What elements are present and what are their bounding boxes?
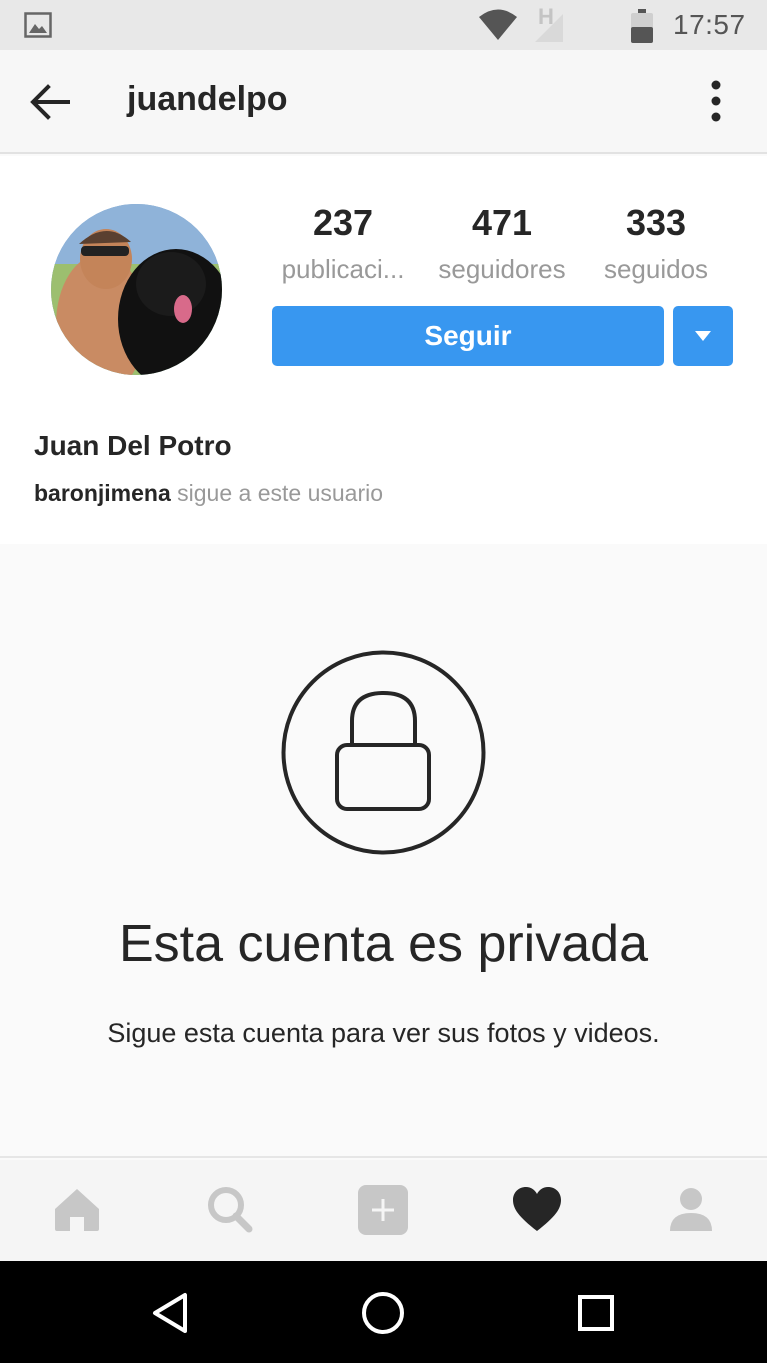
nav-activity[interactable] xyxy=(511,1185,563,1235)
private-account-notice: Esta cuenta es privada Sigue esta cuenta… xyxy=(0,544,767,1158)
follower-username-link[interactable]: baronjimena xyxy=(34,480,171,506)
follow-button[interactable]: Seguir xyxy=(272,306,664,366)
wifi-icon xyxy=(479,9,517,40)
network-type-label: H xyxy=(538,4,554,29)
triangle-back-icon xyxy=(153,1293,187,1333)
followers-count-label: seguidores xyxy=(438,254,566,284)
profile-username-title: juandelpo xyxy=(127,80,288,118)
posts-count: 237 publicaci... xyxy=(272,200,414,292)
followed-by-suffix: sigue a este usuario xyxy=(170,480,384,506)
posts-count-value: 237 xyxy=(312,202,374,243)
followers-count[interactable]: 471 seguidores xyxy=(428,200,576,292)
back-button[interactable] xyxy=(26,80,74,124)
nav-add-post[interactable] xyxy=(357,1185,409,1235)
search-icon xyxy=(208,1187,253,1233)
home-icon xyxy=(55,1189,99,1231)
clock: 17:57 xyxy=(673,9,746,40)
status-bar: H 17:57 xyxy=(0,0,767,50)
followers-count-value: 471 xyxy=(471,202,533,243)
more-options-button[interactable] xyxy=(700,80,732,124)
nav-home[interactable] xyxy=(51,1185,103,1235)
square-recents-icon xyxy=(578,1295,614,1331)
arrow-left-icon xyxy=(30,84,70,120)
followed-by-text: baronjimena sigue a este usuario xyxy=(34,480,383,507)
battery-icon xyxy=(631,9,653,43)
following-count-value: 333 xyxy=(625,202,687,243)
profile-header: 237 publicaci... 471 seguidores 333 segu… xyxy=(0,156,767,544)
system-navigation-bar xyxy=(0,1261,767,1363)
avatar-photo xyxy=(51,204,222,375)
private-account-subtitle: Sigue esta cuenta para ver sus fotos y v… xyxy=(107,1018,660,1048)
system-recents-button[interactable] xyxy=(572,1289,620,1337)
avatar[interactable] xyxy=(51,204,222,375)
posts-count-label: publicaci... xyxy=(281,254,405,284)
activity-heart-icon xyxy=(513,1187,561,1231)
profile-full-name: Juan Del Potro xyxy=(34,430,232,461)
system-back-button[interactable] xyxy=(147,1289,195,1337)
following-count-label: seguidos xyxy=(603,254,709,284)
nav-profile[interactable] xyxy=(665,1185,717,1235)
lock-icon xyxy=(281,650,486,855)
more-vertical-icon xyxy=(711,80,721,122)
circle-home-icon xyxy=(362,1292,404,1334)
image-icon xyxy=(24,12,52,38)
profile-icon xyxy=(670,1188,712,1231)
bottom-navigation xyxy=(0,1160,767,1261)
add-post-icon xyxy=(358,1185,408,1235)
following-count[interactable]: 333 seguidos xyxy=(592,200,720,292)
app-bar: juandelpo xyxy=(0,50,767,154)
system-home-button[interactable] xyxy=(359,1289,407,1337)
private-account-title: Esta cuenta es privada xyxy=(119,915,648,973)
suggestions-dropdown-button[interactable] xyxy=(673,306,733,366)
nav-search[interactable] xyxy=(204,1185,256,1235)
caret-down-icon xyxy=(695,331,711,341)
